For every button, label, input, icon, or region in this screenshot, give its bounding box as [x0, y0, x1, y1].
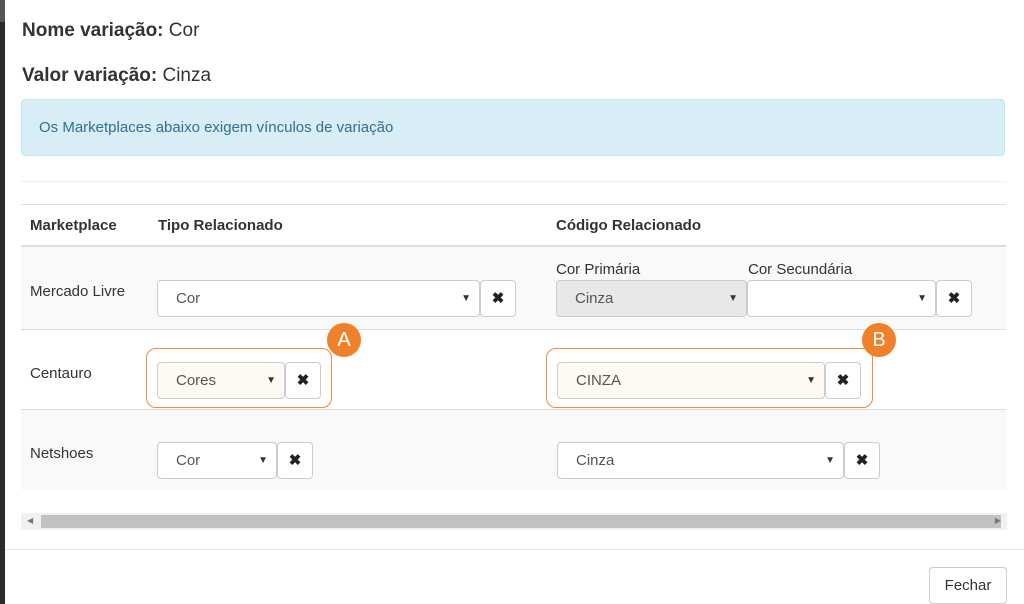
- col-codigo-relacionado: Código Relacionado: [556, 217, 702, 234]
- window-edge-chip: [0, 0, 5, 22]
- cor-secundaria-label: Cor Secundária: [748, 261, 853, 278]
- remove-tipo-button[interactable]: ✖: [277, 442, 313, 479]
- close-icon: ✖: [947, 290, 961, 307]
- marketplace-name: Netshoes: [30, 445, 94, 462]
- col-tipo-relacionado: Tipo Relacionado: [158, 217, 283, 234]
- remove-codigo-button[interactable]: ✖: [844, 442, 880, 479]
- cor-secundaria-select[interactable]: ▼: [747, 280, 936, 317]
- codigo-select[interactable]: CINZA ▼: [557, 362, 825, 399]
- caret-down-icon: ▼: [266, 375, 276, 386]
- codigo-select[interactable]: Cinza ▼: [557, 442, 844, 479]
- caret-down-icon: ▼: [461, 293, 471, 304]
- caret-down-icon: ▼: [258, 455, 268, 466]
- caret-down-icon: ▼: [806, 375, 816, 386]
- table-row-netshoes: Netshoes Cor ▼ ✖ Cinza ▼ ✖: [21, 410, 1006, 490]
- tipo-select-value: Cor: [176, 290, 201, 307]
- close-icon: ✖: [288, 452, 302, 469]
- info-alert: Os Marketplaces abaixo exigem vínculos d…: [21, 99, 1005, 156]
- tipo-select[interactable]: Cores ▼: [157, 362, 285, 399]
- close-icon: ✖: [855, 452, 869, 469]
- table-row-centauro: Centauro Cores ▼ ✖ CINZA ▼ ✖: [21, 330, 1006, 410]
- caret-down-icon: ▼: [917, 293, 927, 304]
- variation-name-label: Nome variação:: [22, 20, 164, 41]
- codigo-select-value: CINZA: [576, 372, 621, 389]
- variation-value-value: Cinza: [162, 65, 212, 86]
- annotation-badge-a: A: [327, 323, 361, 357]
- divider: [21, 181, 1006, 182]
- cor-primaria-select[interactable]: Cinza ▼: [556, 280, 747, 317]
- table-header: Marketplace Tipo Relacionado Código Rela…: [21, 204, 1006, 247]
- variation-name-value: Cor: [168, 20, 200, 41]
- close-icon: ✖: [836, 372, 850, 389]
- remove-codigo-button[interactable]: ✖: [825, 362, 861, 399]
- cor-primaria-value: Cinza: [575, 290, 614, 307]
- remove-codigo-button[interactable]: ✖: [936, 280, 972, 317]
- tipo-select-value: Cor: [176, 452, 201, 469]
- close-button[interactable]: Fechar: [929, 567, 1007, 604]
- marketplace-name: Centauro: [30, 365, 92, 382]
- horizontal-scrollbar[interactable]: ◀ ▶: [21, 513, 1007, 530]
- close-icon: ✖: [296, 372, 310, 389]
- window-left-edge: [0, 0, 5, 604]
- col-marketplace: Marketplace: [30, 217, 117, 234]
- variation-value-label: Valor variação:: [22, 65, 158, 86]
- modal-footer-divider: [5, 549, 1024, 550]
- codigo-select-value: Cinza: [576, 452, 615, 469]
- caret-down-icon: ▼: [728, 293, 738, 304]
- variation-name: Nome variação: Cor: [22, 20, 199, 42]
- caret-down-icon: ▼: [825, 455, 835, 466]
- tipo-select-value: Cores: [176, 372, 217, 389]
- tipo-select[interactable]: Cor ▼: [157, 280, 480, 317]
- close-icon: ✖: [491, 290, 505, 307]
- scroll-left-icon[interactable]: ◀: [27, 516, 33, 525]
- table-row-mercado-livre: Mercado Livre Cor ▼ ✖ Cor Primária Cor S…: [21, 247, 1006, 330]
- info-alert-text: Os Marketplaces abaixo exigem vínculos d…: [39, 119, 394, 136]
- remove-tipo-button[interactable]: ✖: [480, 280, 516, 317]
- variation-value: Valor variação: Cinza: [22, 65, 211, 87]
- tipo-select[interactable]: Cor ▼: [157, 442, 277, 479]
- remove-tipo-button[interactable]: ✖: [285, 362, 321, 399]
- cor-primaria-label: Cor Primária: [556, 261, 641, 278]
- marketplace-name: Mercado Livre: [30, 283, 126, 300]
- scrollbar-thumb[interactable]: [41, 515, 1001, 528]
- scroll-right-icon[interactable]: ▶: [995, 516, 1001, 525]
- annotation-badge-b: B: [862, 323, 896, 357]
